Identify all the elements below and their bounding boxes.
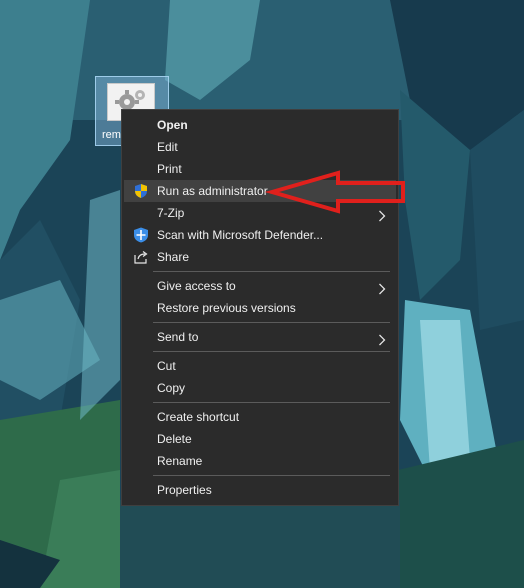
menu-item-rename[interactable]: Rename	[124, 450, 396, 472]
menu-item-label: Cut	[157, 359, 176, 373]
menu-item-give-access-to[interactable]: Give access to	[124, 275, 396, 297]
menu-item-label: Restore previous versions	[157, 301, 296, 315]
menu-separator	[153, 351, 390, 352]
menu-item-7-zip[interactable]: 7-Zip	[124, 202, 396, 224]
menu-item-label: Open	[157, 118, 188, 132]
menu-separator	[153, 475, 390, 476]
menu-separator	[153, 402, 390, 403]
menu-item-label: Properties	[157, 483, 212, 497]
menu-item-print[interactable]: Print	[124, 158, 396, 180]
menu-item-label: Delete	[157, 432, 192, 446]
menu-item-run-as-administrator[interactable]: Run as administrator	[124, 180, 396, 202]
menu-item-label: Share	[157, 250, 190, 264]
menu-separator	[153, 271, 390, 272]
menu-item-delete[interactable]: Delete	[124, 428, 396, 450]
menu-item-label: Send to	[157, 330, 199, 344]
uac-shield-icon	[133, 183, 149, 199]
menu-item-edit[interactable]: Edit	[124, 136, 396, 158]
menu-item-label: Create shortcut	[157, 410, 240, 424]
defender-shield-icon	[133, 227, 149, 243]
menu-item-share[interactable]: Share	[124, 246, 396, 268]
share-icon	[133, 249, 149, 265]
menu-item-label: Copy	[157, 381, 186, 395]
menu-item-label: Rename	[157, 454, 203, 468]
menu-item-create-shortcut[interactable]: Create shortcut	[124, 406, 396, 428]
menu-item-scan-with-microsoft-defender[interactable]: Scan with Microsoft Defender...	[124, 224, 396, 246]
menu-item-properties[interactable]: Properties	[124, 479, 396, 501]
menu-item-restore-previous-versions[interactable]: Restore previous versions	[124, 297, 396, 319]
context-menu: Open Edit Print Run as administrator 7-Zip Sc…	[121, 109, 399, 506]
menu-item-label: Scan with Microsoft Defender...	[157, 228, 324, 242]
chevron-right-icon	[378, 331, 386, 353]
menu-separator	[153, 322, 390, 323]
menu-item-label: Print	[157, 162, 182, 176]
menu-item-cut[interactable]: Cut	[124, 355, 396, 377]
menu-item-copy[interactable]: Copy	[124, 377, 396, 399]
menu-item-open[interactable]: Open	[124, 114, 396, 136]
menu-item-label: Give access to	[157, 279, 236, 293]
menu-item-label: Run as administrator	[157, 184, 268, 198]
menu-item-send-to[interactable]: Send to	[124, 326, 396, 348]
menu-item-label: 7-Zip	[157, 206, 185, 220]
menu-item-label: Edit	[157, 140, 178, 154]
file-name: rem	[102, 129, 121, 141]
